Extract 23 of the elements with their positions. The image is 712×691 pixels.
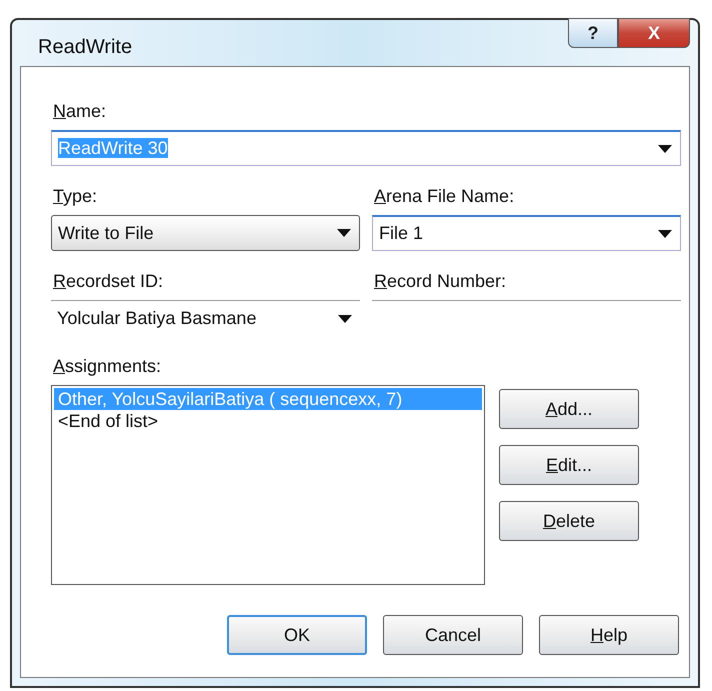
window-title: ReadWrite — [38, 36, 132, 59]
field-label: Recordset ID: — [53, 271, 164, 292]
list-action-button[interactable]: Delete — [499, 501, 639, 541]
list-action-button[interactable]: Add... — [499, 389, 639, 429]
assignments-list[interactable]: Other, YolcuSayilariBatiya ( sequencexx, 7) <End of list> — [51, 385, 485, 585]
field-label: Record Number: — [374, 271, 508, 292]
dropdown-arrow-icon — [337, 229, 351, 237]
dialog-button[interactable]: Help — [539, 615, 679, 655]
list-action-button[interactable]: Edit... — [499, 445, 639, 485]
field-label: Name: — [53, 101, 108, 122]
list-item[interactable]: <End of list> — [54, 410, 482, 432]
help-button[interactable]: ? — [568, 18, 618, 48]
dropdown-arrow-icon — [658, 144, 672, 152]
dropdown-field[interactable]: Write to File — [51, 215, 360, 251]
dropdown-arrow-icon — [658, 230, 672, 238]
dialog-button[interactable]: Cancel — [383, 615, 523, 655]
field-label: Assignments: — [53, 356, 162, 377]
field-label: Arena File Name: — [374, 186, 516, 207]
dialog-button[interactable]: OK — [227, 615, 367, 655]
field-label: Type: — [53, 186, 98, 207]
dropdown-field[interactable]: File 1 — [372, 215, 681, 251]
close-button[interactable]: X — [618, 18, 690, 48]
dropdown-arrow-icon — [338, 314, 352, 322]
